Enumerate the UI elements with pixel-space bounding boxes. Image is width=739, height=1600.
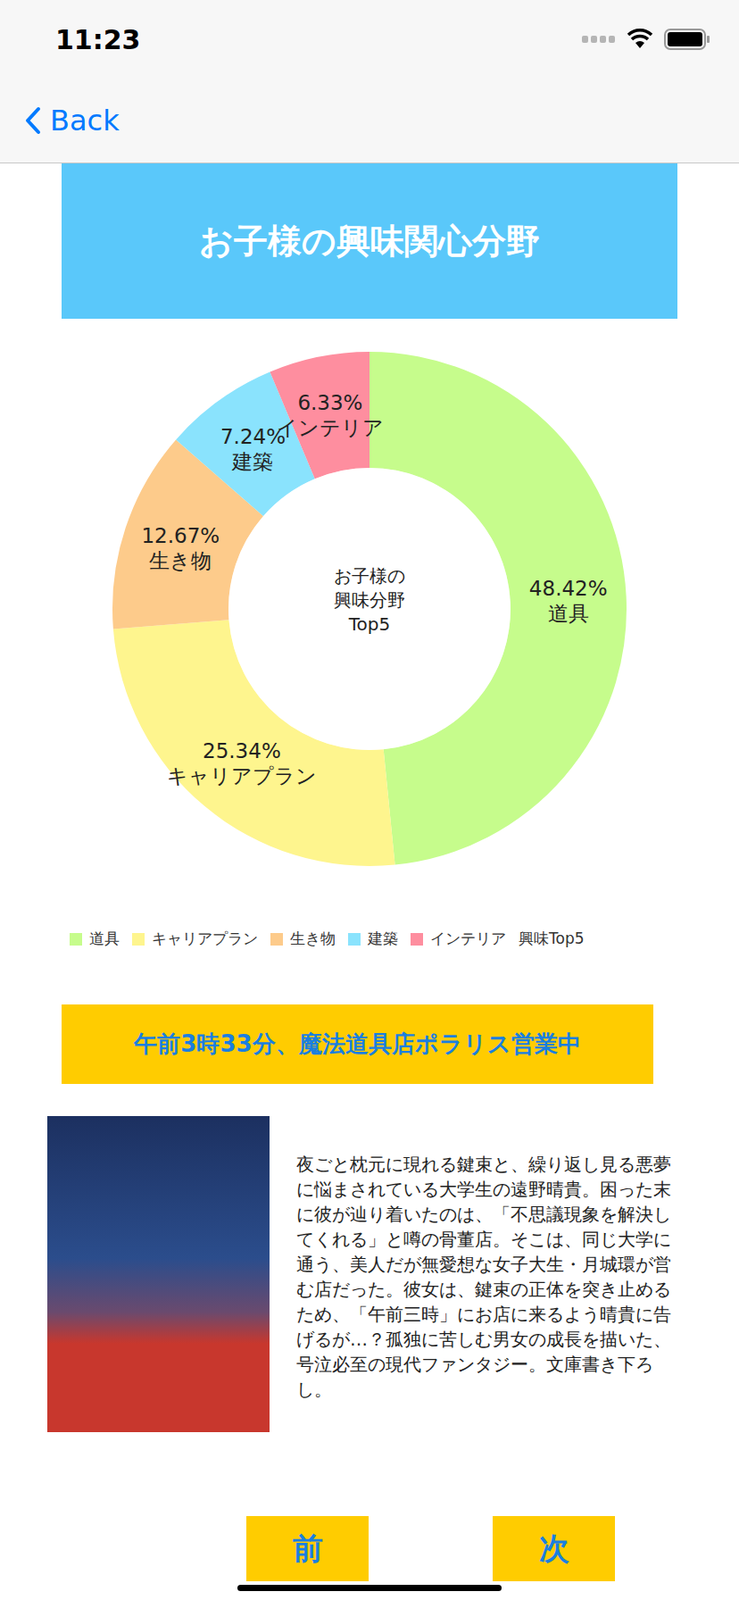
book-cover bbox=[47, 1115, 270, 1432]
section-header: お子様の興味関心分野 bbox=[61, 163, 678, 319]
book-row: 夜ごと枕元に現れる鍵束と、繰り返し見る悪夢に悩まされている大学生の遠野晴貴。困っ… bbox=[47, 1115, 739, 1432]
next-button[interactable]: 次 bbox=[492, 1515, 615, 1581]
slice-label: 25.34%キャリアプラン bbox=[166, 739, 317, 788]
battery-icon bbox=[664, 28, 711, 50]
slice-label: 6.33%インテリア bbox=[276, 390, 384, 440]
legend-title: 興味Top5 bbox=[518, 928, 585, 949]
chart-area: 48.42%道具25.34%キャリアプラン12.67%生き物7.24%建築6.3… bbox=[0, 340, 739, 877]
back-label: Back bbox=[49, 103, 120, 138]
home-indicator bbox=[237, 1584, 502, 1591]
page: 11:23 Back お子様の興味関心分野 48.42%道具 25.34%キャリアプラン… bbox=[0, 0, 739, 1600]
book-title: 午前3時33分、魔法道具店ポラリス営業中 bbox=[133, 1028, 581, 1060]
status-bar: 11:23 bbox=[0, 0, 739, 79]
pager: 前次 bbox=[246, 1515, 739, 1581]
donut-chart: 48.42%道具25.34%キャリアプラン12.67%生き物7.24%建築6.3… bbox=[101, 340, 638, 877]
legend-item[interactable]: 生き物 bbox=[270, 928, 336, 949]
legend-item[interactable]: インテリア bbox=[410, 928, 507, 949]
legend-swatch bbox=[348, 932, 361, 946]
book-description: 夜ごと枕元に現れる鍵束と、繰り返し見る悪夢に悩まされている大学生の遠野晴貴。困っ… bbox=[296, 1115, 672, 1432]
chart-legend: 道具キャリアプラン生き物建築インテリア興味Top5 bbox=[69, 928, 739, 949]
prev-button[interactable]: 前 bbox=[246, 1515, 369, 1581]
legend-item[interactable]: 道具 bbox=[69, 928, 120, 949]
legend-swatch bbox=[69, 932, 83, 946]
nav-bar: Back bbox=[0, 78, 739, 164]
slice-label: 48.42%道具 bbox=[529, 576, 608, 625]
legend-swatch bbox=[132, 932, 145, 946]
chart-hole bbox=[241, 481, 498, 737]
status-icons bbox=[581, 28, 711, 50]
inner-ring bbox=[228, 467, 511, 750]
book-title-box: 午前3時33分、魔法道具店ポラリス営業中 bbox=[61, 1004, 654, 1084]
chevron-left-icon bbox=[24, 106, 42, 135]
back-button[interactable]: Back bbox=[21, 99, 124, 142]
center-label: お子様の興味分野Top5 bbox=[333, 564, 406, 635]
signal-icon bbox=[581, 33, 616, 45]
section-title: お子様の興味関心分野 bbox=[199, 218, 540, 265]
legend-item[interactable]: 建築 bbox=[348, 928, 399, 949]
legend-swatch bbox=[270, 932, 283, 946]
slice-label: 12.67%生き物 bbox=[141, 523, 220, 573]
legend-swatch bbox=[410, 932, 424, 946]
status-time: 11:23 bbox=[55, 24, 142, 56]
wifi-icon bbox=[626, 28, 654, 50]
legend-item[interactable]: キャリアプラン bbox=[132, 928, 258, 949]
chart-slice[interactable] bbox=[269, 351, 370, 479]
